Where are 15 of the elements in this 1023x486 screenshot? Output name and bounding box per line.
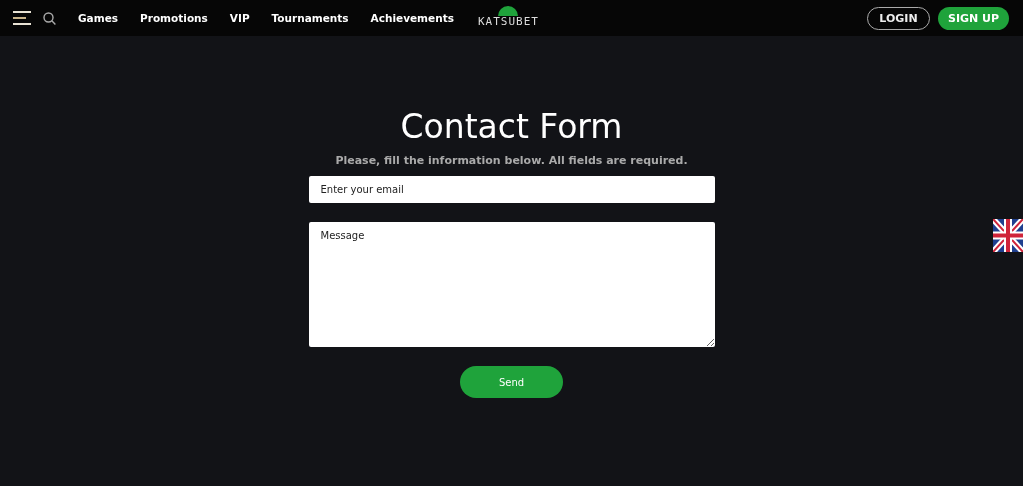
logo-text: KATSUBET [478,16,539,27]
nav-link[interactable]: VIP [229,12,250,24]
email-field[interactable]: Enter your email [308,176,715,203]
semicircle-icon [498,6,519,16]
instructions-text: Please, fill the information below. All fields are required. [335,154,688,167]
message-field[interactable]: Message [308,222,715,347]
menu-icon[interactable] [13,11,31,25]
logo[interactable]: KATSUBET [478,6,539,27]
nav-link[interactable]: Achievements [370,12,454,24]
page-title: Contact Form [400,107,623,147]
nav-link[interactable]: Games [78,12,119,24]
nav-link[interactable]: Promotions [140,12,208,24]
flag-icon[interactable] [993,219,1023,252]
nav-link[interactable]: Tournaments [271,12,349,24]
search-icon[interactable] [43,11,56,25]
